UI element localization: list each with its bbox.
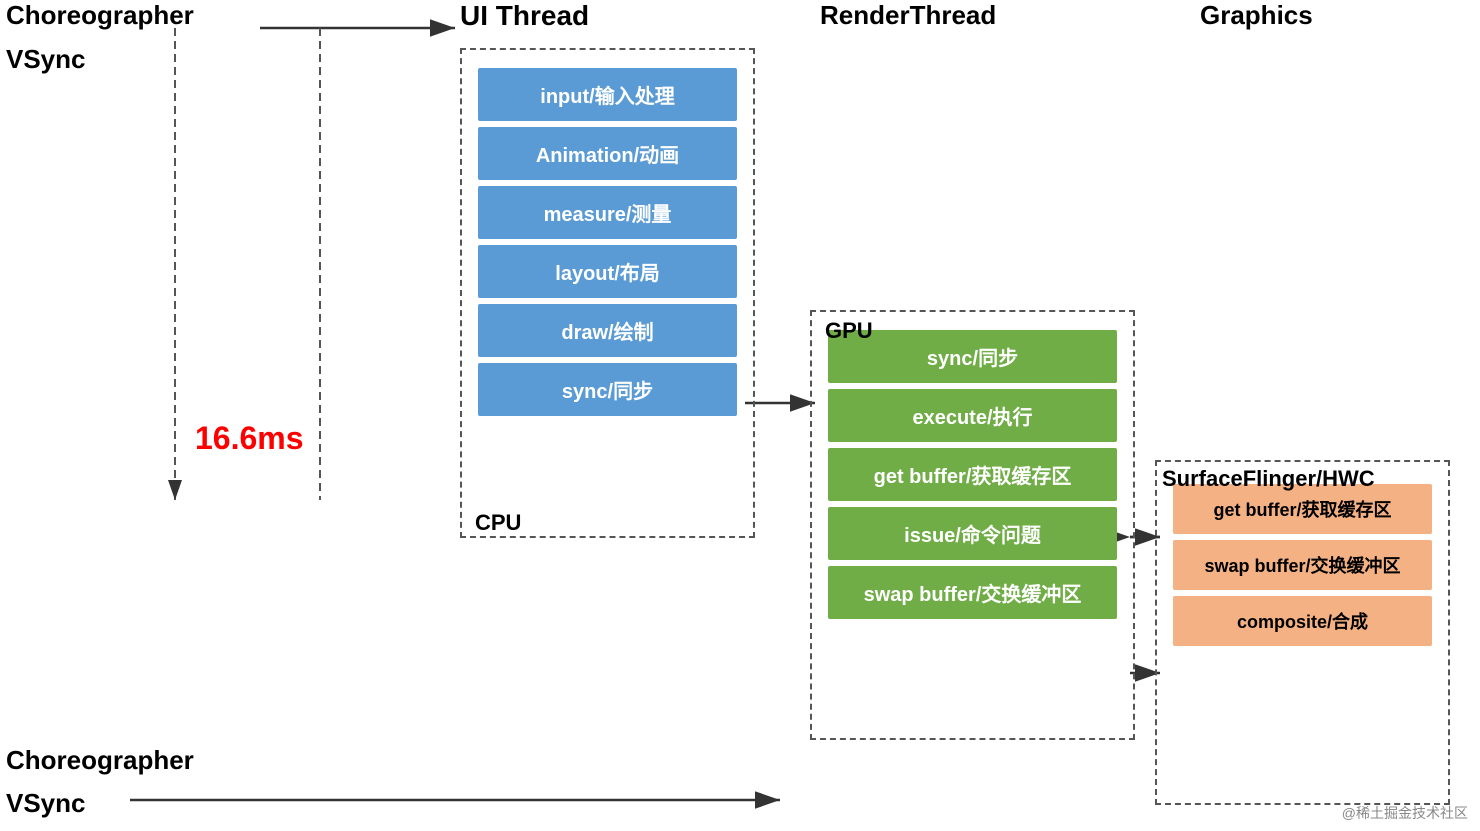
sf-dashed-box: get buffer/获取缓存区 swap buffer/交换缓冲区 compo… [1155, 460, 1450, 805]
gpu-label: GPU [825, 318, 873, 344]
choreographer-header: Choreographer [6, 0, 194, 31]
swap-buffer-sf-block: swap buffer/交换缓冲区 [1173, 540, 1432, 590]
execute-block: execute/执行 [828, 389, 1117, 442]
sf-label: SurfaceFlinger/HWC [1162, 466, 1375, 492]
vsync2-label: VSync [6, 788, 86, 819]
draw-block: draw/绘制 [478, 304, 737, 357]
render-thread-header: RenderThread [820, 0, 996, 31]
composite-block: composite/合成 [1173, 596, 1432, 646]
timing-label: 16.6ms [195, 420, 304, 457]
sync-ui-block: sync/同步 [478, 363, 737, 416]
diagram-container: Choreographer VSync UI Thread RenderThre… [0, 0, 1480, 831]
layout-block: layout/布局 [478, 245, 737, 298]
cpu-dashed-box: input/输入处理 Animation/动画 measure/测量 layou… [460, 48, 755, 538]
measure-block: measure/测量 [478, 186, 737, 239]
choreographer-bottom: Choreographer [6, 745, 194, 776]
vsync1-label: VSync [6, 44, 86, 75]
animation-block: Animation/动画 [478, 127, 737, 180]
watermark: @稀土掘金技术社区 [1342, 803, 1468, 823]
ui-thread-header: UI Thread [460, 0, 589, 32]
get-buffer-gpu-block: get buffer/获取缓存区 [828, 448, 1117, 501]
input-block: input/输入处理 [478, 68, 737, 121]
cpu-label: CPU [475, 510, 521, 536]
issue-block: issue/命令问题 [828, 507, 1117, 560]
graphics-header: Graphics [1200, 0, 1313, 31]
swap-buffer-gpu-block: swap buffer/交换缓冲区 [828, 566, 1117, 619]
gpu-dashed-box: sync/同步 execute/执行 get buffer/获取缓存区 issu… [810, 310, 1135, 740]
